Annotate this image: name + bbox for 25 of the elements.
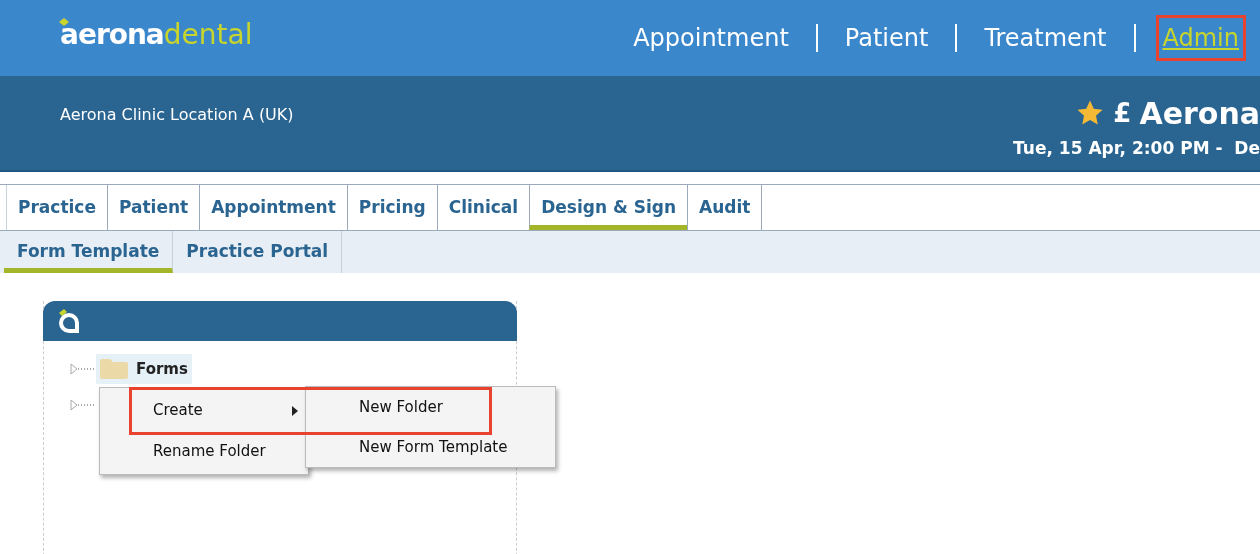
tab[interactable]: Clinical	[436, 185, 530, 230]
currency-symbol: £	[1113, 96, 1132, 130]
menu-item[interactable]: Rename Folder	[100, 431, 308, 472]
nav-link[interactable]: Patient	[837, 15, 936, 61]
tree-node[interactable]: Forms	[96, 354, 192, 384]
subtab[interactable]: Form Template	[4, 231, 174, 273]
user-name: Aerona	[1139, 94, 1260, 133]
location-name: Aerona Clinic Location A (UK)	[60, 104, 294, 126]
nav-link[interactable]: Appointment	[626, 15, 796, 61]
tab[interactable]: Patient	[106, 185, 200, 230]
folder-icon	[100, 359, 128, 379]
nav-link[interactable]: Treatment	[977, 15, 1114, 61]
tab[interactable]: Practice	[6, 185, 107, 230]
tab[interactable]: Pricing	[346, 185, 437, 230]
tab[interactable]: Audit	[687, 185, 763, 230]
tree-connector-icon	[70, 399, 96, 411]
date-time: Tue, 15 Apr, 2:00 PM - De	[1013, 136, 1260, 160]
tree-connector-icon	[70, 363, 96, 375]
logo: aeronadental	[60, 21, 253, 49]
submenu-arrow-icon	[292, 405, 298, 416]
leaf-icon	[58, 17, 70, 27]
menu-item[interactable]: Create	[100, 390, 308, 431]
tab[interactable]: Appointment	[199, 185, 347, 230]
logo-icon	[57, 307, 81, 335]
subtab[interactable]: Practice Portal	[173, 231, 343, 273]
